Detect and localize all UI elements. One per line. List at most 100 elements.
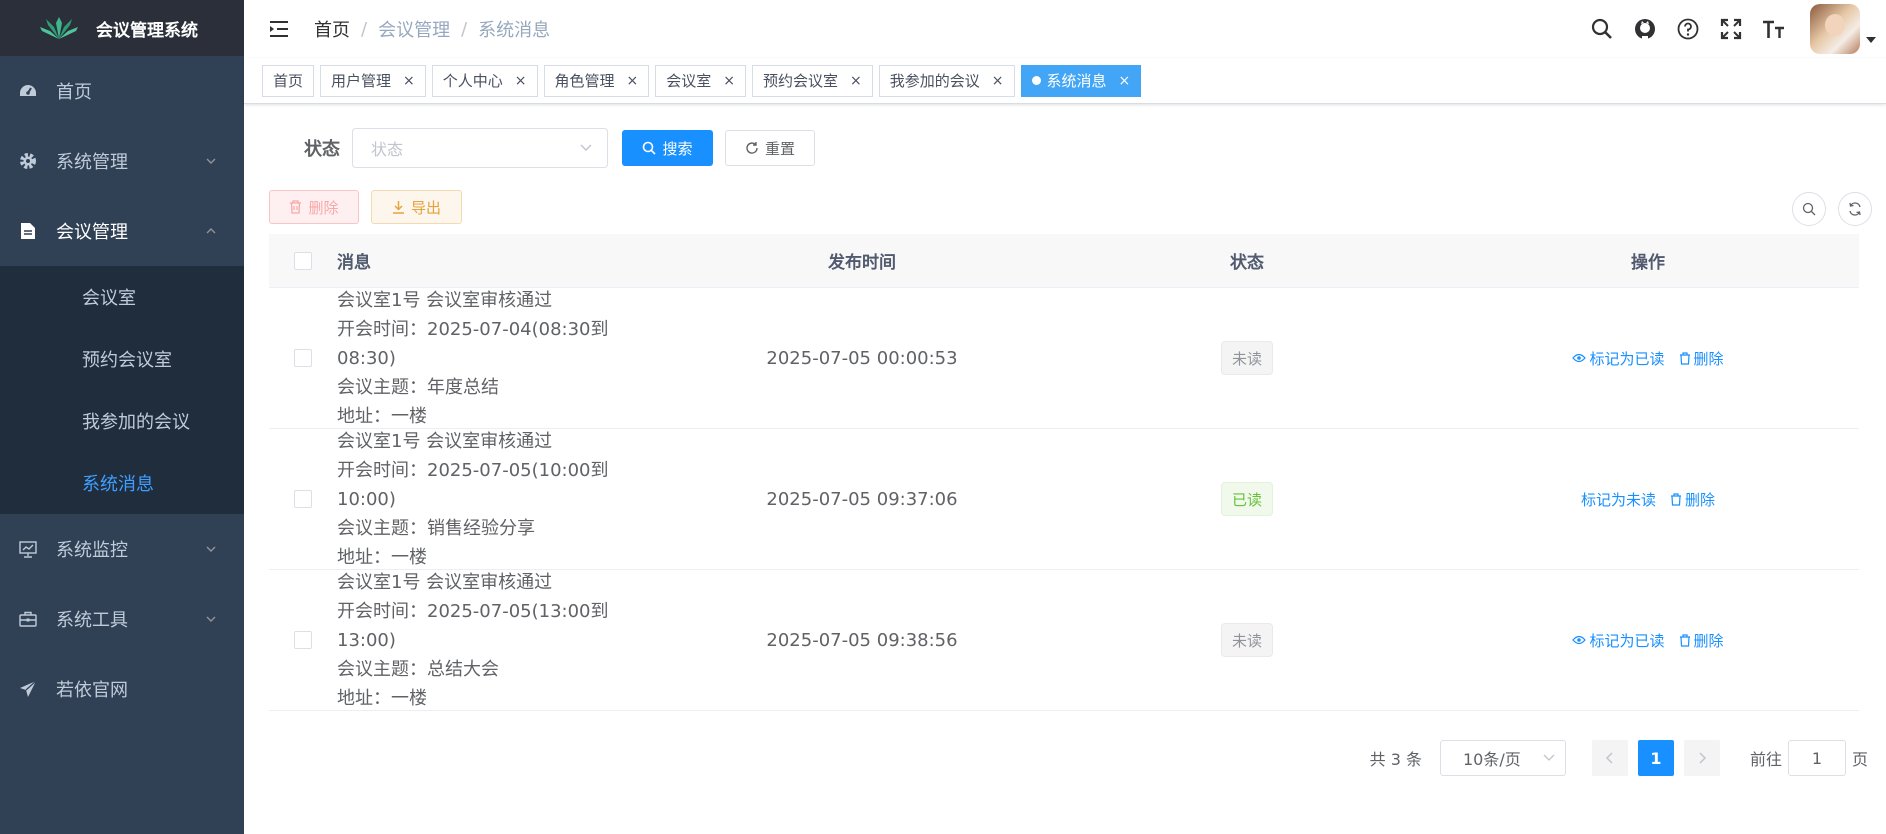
sidebar-item-system-tools[interactable]: 系统工具 xyxy=(0,584,244,654)
close-icon[interactable]: × xyxy=(723,73,735,89)
breadcrumb-separator: / xyxy=(361,18,368,40)
logo: 会议管理系统 xyxy=(0,0,244,56)
breadcrumb: 首页 / 会议管理 / 系统消息 xyxy=(314,16,550,42)
sidebar-item-system-monitor[interactable]: 系统监控 xyxy=(0,514,244,584)
menu-fold-icon xyxy=(270,21,288,37)
sidebar-item-ruoyi-site[interactable]: 若依官网 xyxy=(0,654,244,724)
caret-down-icon[interactable] xyxy=(1866,37,1876,43)
row-checkbox[interactable] xyxy=(294,631,312,649)
table-row: 会议室1号 会议室审核通过 开会时间：2025-07-04(08:30到 08:… xyxy=(269,288,1859,429)
status-select[interactable]: 状态 xyxy=(352,128,608,168)
refresh-table-button[interactable] xyxy=(1838,192,1872,226)
search-icon xyxy=(1802,202,1816,216)
status-select-placeholder: 状态 xyxy=(371,140,404,159)
table-header: 消息 发布时间 状态 操作 xyxy=(269,234,1859,288)
mark-unread-label: 标记为未读 xyxy=(1580,490,1656,509)
close-icon[interactable]: × xyxy=(992,73,1004,89)
message-cell: 会议室1号 会议室审核通过 开会时间：2025-07-05(13:00到 13:… xyxy=(337,568,667,713)
fullscreen-icon[interactable] xyxy=(1718,16,1744,42)
page-number[interactable]: 1 xyxy=(1637,740,1674,776)
sidebar-item-system-management[interactable]: 系统管理 xyxy=(0,126,244,196)
tag-system-messages[interactable]: 系统消息 × xyxy=(1020,64,1142,97)
message-line: 开会时间：2025-07-04(08:30到 08:30) xyxy=(337,318,609,369)
close-icon[interactable]: × xyxy=(850,73,862,89)
github-icon[interactable] xyxy=(1632,16,1658,42)
eye-icon xyxy=(1572,635,1587,645)
tag-home[interactable]: 首页 xyxy=(262,64,315,97)
sidebar-item-book-room[interactable]: 预约会议室 xyxy=(0,328,244,390)
sidebar-item-label: 若依官网 xyxy=(56,680,128,701)
close-icon[interactable]: × xyxy=(403,73,415,89)
close-icon[interactable]: × xyxy=(515,73,527,89)
mark-unread-link[interactable]: 标记为未读 xyxy=(1581,489,1656,510)
sidebar-item-meeting-management[interactable]: 会议管理 xyxy=(0,196,244,266)
row-checkbox[interactable] xyxy=(294,349,312,367)
tag-profile[interactable]: 个人中心 × xyxy=(431,64,538,97)
refresh-icon xyxy=(746,142,758,154)
chevron-down-icon xyxy=(1543,754,1555,761)
help-icon[interactable] xyxy=(1675,16,1701,42)
column-header-time: 发布时间 xyxy=(828,253,896,273)
delete-button[interactable]: 删除 xyxy=(269,190,359,224)
message-line: 会议主题：销售经验分享 xyxy=(337,517,535,539)
sidebar-item-home[interactable]: 首页 xyxy=(0,56,244,126)
breadcrumb-home[interactable]: 首页 xyxy=(314,16,350,42)
avatar[interactable] xyxy=(1810,4,1860,54)
hamburger-toggle[interactable] xyxy=(264,14,294,44)
font-size-icon[interactable] xyxy=(1761,16,1787,42)
delete-link[interactable]: 删除 xyxy=(1679,348,1724,369)
close-icon[interactable]: × xyxy=(1119,73,1131,89)
goto-page-input[interactable]: 1 xyxy=(1787,740,1846,776)
tag-label: 预约会议室 xyxy=(763,72,839,90)
tag-book-room[interactable]: 预约会议室 × xyxy=(752,64,873,97)
active-dot-icon xyxy=(1031,76,1041,85)
monitor-icon xyxy=(18,539,38,559)
trash-icon xyxy=(290,200,302,214)
message-line: 会议主题：总结大会 xyxy=(337,658,499,680)
chevron-left-icon xyxy=(1605,752,1613,764)
export-button-label: 导出 xyxy=(410,198,441,217)
pagination: 共 3 条 10条/页 1 前往 1 页 xyxy=(1370,740,1868,776)
mark-read-link[interactable]: 标记为已读 xyxy=(1572,348,1665,369)
search-icon[interactable] xyxy=(1589,16,1615,42)
sidebar-item-meeting-room[interactable]: 会议室 xyxy=(0,266,244,328)
prev-page-button[interactable] xyxy=(1591,740,1628,776)
page-size-value: 10条/页 xyxy=(1462,750,1521,769)
search-button[interactable]: 搜索 xyxy=(622,130,713,166)
delete-label: 删除 xyxy=(1685,490,1716,509)
eye-icon xyxy=(1572,353,1587,363)
sidebar-item-label: 系统消息 xyxy=(82,474,154,495)
page-size-select[interactable]: 10条/页 xyxy=(1439,740,1566,776)
column-header-message: 消息 xyxy=(337,253,371,273)
tag-meeting-room[interactable]: 会议室 × xyxy=(655,64,747,97)
toggle-search-button[interactable] xyxy=(1792,192,1826,226)
sidebar-item-my-meetings[interactable]: 我参加的会议 xyxy=(0,390,244,452)
reset-button[interactable]: 重置 xyxy=(725,130,815,166)
page-suffix: 页 xyxy=(1851,750,1868,769)
tag-role-management[interactable]: 角色管理 × xyxy=(543,64,650,97)
sidebar-item-label: 我参加的会议 xyxy=(82,412,190,433)
tag-label: 角色管理 xyxy=(554,72,615,90)
chevron-right-icon xyxy=(1699,752,1707,764)
goto-label: 前往 xyxy=(1749,750,1782,769)
message-line: 会议主题：年度总结 xyxy=(337,376,499,398)
message-line: 会议室1号 会议室审核通过 xyxy=(337,430,553,452)
sidebar-item-system-messages[interactable]: 系统消息 xyxy=(0,452,244,514)
tag-my-meetings[interactable]: 我参加的会议 × xyxy=(878,64,1015,97)
tag-user-management[interactable]: 用户管理 × xyxy=(320,64,426,97)
row-checkbox[interactable] xyxy=(294,490,312,508)
mark-read-link[interactable]: 标记为已读 xyxy=(1572,630,1665,651)
close-icon[interactable]: × xyxy=(627,73,639,89)
download-icon xyxy=(392,201,404,214)
gear-icon xyxy=(18,151,38,171)
select-all-checkbox[interactable] xyxy=(294,251,312,270)
next-page-button[interactable] xyxy=(1683,740,1720,776)
mark-read-label: 标记为已读 xyxy=(1589,349,1665,368)
delete-link[interactable]: 删除 xyxy=(1679,630,1724,651)
delete-label: 删除 xyxy=(1693,349,1724,368)
delete-link[interactable]: 删除 xyxy=(1670,489,1715,510)
search-button-label: 搜索 xyxy=(662,139,693,158)
right-menu xyxy=(1589,0,1886,58)
chevron-up-icon xyxy=(206,228,216,234)
export-button[interactable]: 导出 xyxy=(371,190,462,224)
